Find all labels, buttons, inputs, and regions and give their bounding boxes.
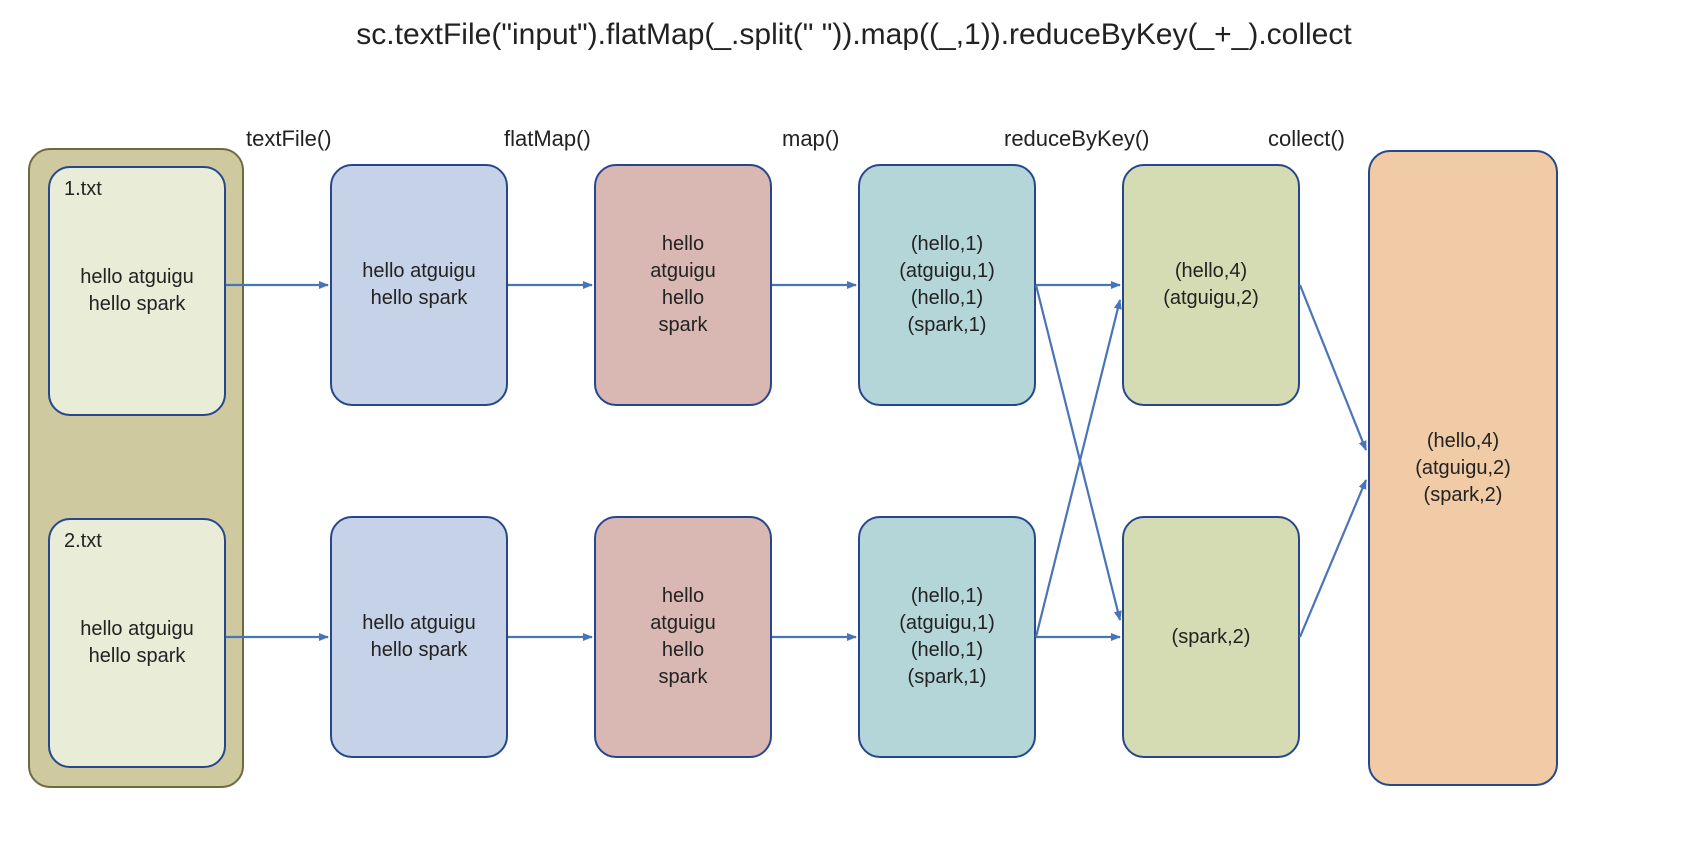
- textfile-out-1-l2: hello spark: [371, 285, 468, 312]
- reduce-out-1: (hello,4) (atguigu,2): [1122, 164, 1300, 406]
- flatmap-out-1-l4: spark: [659, 312, 708, 339]
- collect-out-l3: (spark,2): [1424, 482, 1503, 509]
- map-out-2-l1: (hello,1): [911, 583, 983, 610]
- textfile-out-1-l1: hello atguigu: [362, 258, 475, 285]
- flatmap-out-1: hello atguigu hello spark: [594, 164, 772, 406]
- file-1-line1: hello atguigu: [80, 264, 193, 291]
- map-out-1-l1: (hello,1): [911, 231, 983, 258]
- map-out-2-l2: (atguigu,1): [899, 610, 995, 637]
- flatmap-out-2-l4: spark: [659, 664, 708, 691]
- flatmap-out-1-l2: atguigu: [650, 258, 716, 285]
- arrow-map1-to-reduce2: [1036, 285, 1120, 620]
- map-out-2-l4: (spark,1): [908, 664, 987, 691]
- label-collect: collect(): [1268, 126, 1345, 152]
- reduce-out-2-l1: (spark,2): [1172, 624, 1251, 651]
- collect-out: (hello,4) (atguigu,2) (spark,2): [1368, 150, 1558, 786]
- reduce-out-1-l2: (atguigu,2): [1163, 285, 1259, 312]
- map-out-1: (hello,1) (atguigu,1) (hello,1) (spark,1…: [858, 164, 1036, 406]
- collect-out-l2: (atguigu,2): [1415, 455, 1511, 482]
- flatmap-out-2-l2: atguigu: [650, 610, 716, 637]
- arrow-reduce1-to-collect: [1300, 285, 1366, 450]
- label-reducebykey: reduceByKey(): [1004, 126, 1150, 152]
- flatmap-out-2-l3: hello: [662, 637, 704, 664]
- map-out-1-l3: (hello,1): [911, 285, 983, 312]
- textfile-out-2-l2: hello spark: [371, 637, 468, 664]
- file-2-name: 2.txt: [64, 530, 102, 553]
- textfile-out-2-l1: hello atguigu: [362, 610, 475, 637]
- textfile-out-2: hello atguigu hello spark: [330, 516, 508, 758]
- arrow-map2-to-reduce1: [1036, 300, 1120, 637]
- file-2-line2: hello spark: [89, 643, 186, 670]
- map-out-1-l4: (spark,1): [908, 312, 987, 339]
- file-2: 2.txt hello atguigu hello spark: [48, 518, 226, 768]
- file-1-content: hello atguigu hello spark: [50, 168, 224, 414]
- flatmap-out-1-l3: hello: [662, 285, 704, 312]
- reduce-out-2: (spark,2): [1122, 516, 1300, 758]
- code-title: sc.textFile("input").flatMap(_.split(" "…: [0, 18, 1708, 52]
- file-1-line2: hello spark: [89, 291, 186, 318]
- reduce-out-1-l1: (hello,4): [1175, 258, 1247, 285]
- file-2-content: hello atguigu hello spark: [50, 520, 224, 766]
- file-1-name: 1.txt: [64, 178, 102, 201]
- flatmap-out-1-l1: hello: [662, 231, 704, 258]
- file-2-line1: hello atguigu: [80, 616, 193, 643]
- map-out-2: (hello,1) (atguigu,1) (hello,1) (spark,1…: [858, 516, 1036, 758]
- collect-out-l1: (hello,4): [1427, 428, 1499, 455]
- textfile-out-1: hello atguigu hello spark: [330, 164, 508, 406]
- flatmap-out-2: hello atguigu hello spark: [594, 516, 772, 758]
- arrow-reduce2-to-collect: [1300, 480, 1366, 637]
- flatmap-out-2-l1: hello: [662, 583, 704, 610]
- file-1: 1.txt hello atguigu hello spark: [48, 166, 226, 416]
- label-flatmap: flatMap(): [504, 126, 591, 152]
- map-out-1-l2: (atguigu,1): [899, 258, 995, 285]
- label-textfile: textFile(): [246, 126, 332, 152]
- map-out-2-l3: (hello,1): [911, 637, 983, 664]
- label-map: map(): [782, 126, 839, 152]
